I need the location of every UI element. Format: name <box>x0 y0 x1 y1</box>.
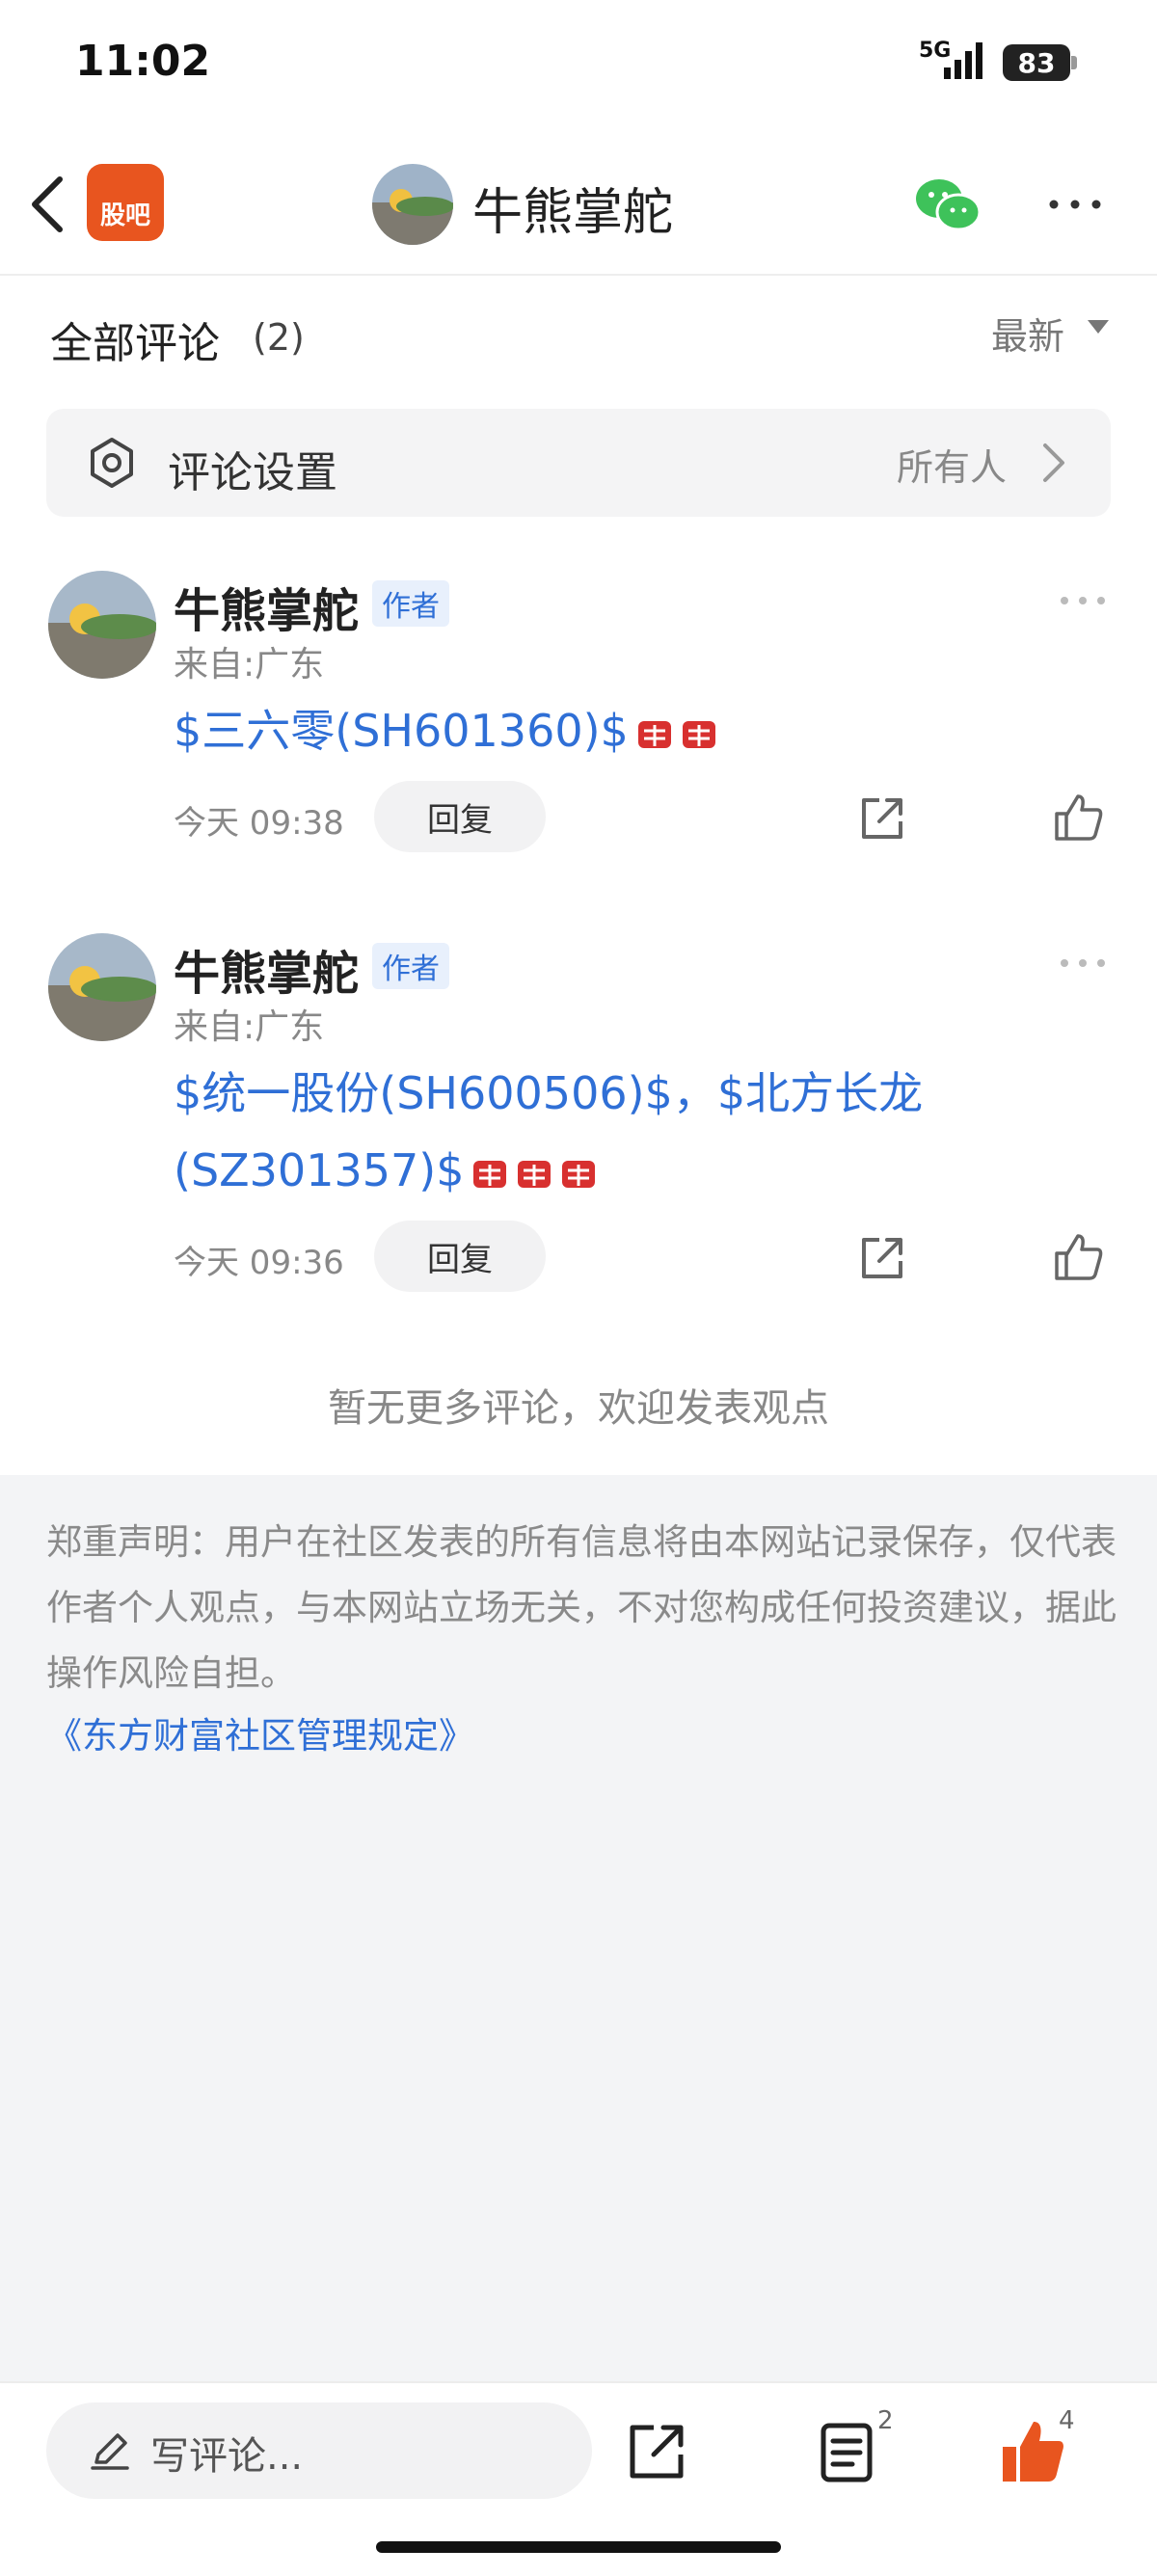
caret-down-icon[interactable] <box>1088 320 1109 334</box>
sunset-avatar-icon <box>48 571 156 679</box>
thumbs-up-icon[interactable] <box>1053 792 1103 843</box>
comment-text-line: $统一股份(SH600506)$，$北方长龙 <box>174 1055 923 1132</box>
buy-emoji-icon <box>682 720 715 748</box>
avatar[interactable] <box>48 933 156 1041</box>
guba-logo-text: 股吧 <box>99 201 150 230</box>
author-badge: 作者 <box>372 943 449 989</box>
buy-emoji-icon <box>562 1160 596 1188</box>
sunset-avatar-icon <box>372 164 453 245</box>
comment-text-line: (SZ301357)$ <box>174 1132 597 1209</box>
comment-text: $三六零(SH601360)$ <box>174 692 717 769</box>
buy-emoji-icon <box>518 1160 552 1188</box>
like-count: 4 <box>1059 2406 1075 2435</box>
buy-emoji-icon <box>473 1160 507 1188</box>
comment-placeholder[interactable]: 写评论... <box>150 2425 303 2481</box>
share-icon[interactable] <box>858 1234 906 1282</box>
thumbs-up-icon[interactable] <box>999 2418 1066 2485</box>
comment-location: 来自:广东 <box>174 645 325 684</box>
comment-list-count: 2 <box>877 2406 894 2435</box>
guba-logo[interactable]: 股吧 <box>87 164 164 241</box>
reply-button[interactable]: 回复 <box>374 781 546 852</box>
sort-dropdown[interactable]: 最新 <box>991 307 1064 360</box>
community-rules-link[interactable]: 《东方财富社区管理规定》 <box>46 1706 474 1758</box>
divider <box>0 274 1157 276</box>
buy-emoji-icon <box>637 720 671 748</box>
sunset-avatar-icon <box>48 933 156 1041</box>
stock-link[interactable]: $三六零(SH601360)$ <box>174 705 629 757</box>
stock-link[interactable]: $统一股份(SH600506)$，$北方长龙 <box>174 1067 923 1119</box>
pencil-icon <box>91 2433 129 2470</box>
gear-icon <box>91 438 133 488</box>
battery-tip <box>1071 56 1077 69</box>
signal-icon <box>944 42 982 79</box>
author-badge: 作者 <box>372 580 449 627</box>
battery-icon: 83 <box>1003 44 1070 81</box>
settings-value: 所有人 <box>897 446 1008 489</box>
avatar[interactable] <box>372 164 453 245</box>
chevron-right-icon <box>1043 443 1064 482</box>
comment-author[interactable]: 牛熊掌舵 <box>174 573 359 640</box>
comment-author[interactable]: 牛熊掌舵 <box>174 935 359 1003</box>
comment-location: 来自:广东 <box>174 1007 325 1047</box>
comment-time: 今天 09:38 <box>174 804 344 843</box>
comment-count: (2) <box>253 316 305 359</box>
status-time: 11:02 <box>75 37 211 86</box>
share-icon[interactable] <box>627 2422 686 2482</box>
avatar[interactable] <box>48 571 156 679</box>
more-icon[interactable] <box>1046 193 1104 216</box>
no-more-comments: 暂无更多评论，欢迎发表观点 <box>328 1386 829 1431</box>
wechat-icon[interactable] <box>914 175 982 233</box>
back-icon[interactable] <box>27 174 69 235</box>
more-icon[interactable] <box>1059 956 1107 970</box>
comment-time: 今天 09:36 <box>174 1244 344 1282</box>
thumbs-up-icon[interactable] <box>1053 1232 1103 1282</box>
page-title: 牛熊掌舵 <box>472 184 674 242</box>
comment-list-icon[interactable] <box>818 2422 875 2483</box>
reply-button[interactable]: 回复 <box>374 1221 546 1292</box>
section-title: 全部评论 <box>50 319 220 368</box>
more-icon[interactable] <box>1059 594 1107 607</box>
home-indicator <box>376 2541 781 2553</box>
share-icon[interactable] <box>858 794 906 843</box>
settings-label: 评论设置 <box>168 448 337 497</box>
stock-link[interactable]: (SZ301357)$ <box>174 1144 464 1196</box>
disclaimer-text: 郑重声明：用户在社区发表的所有信息将由本网站记录保存，仅代表作者个人观点，与本网… <box>46 1521 1117 1694</box>
